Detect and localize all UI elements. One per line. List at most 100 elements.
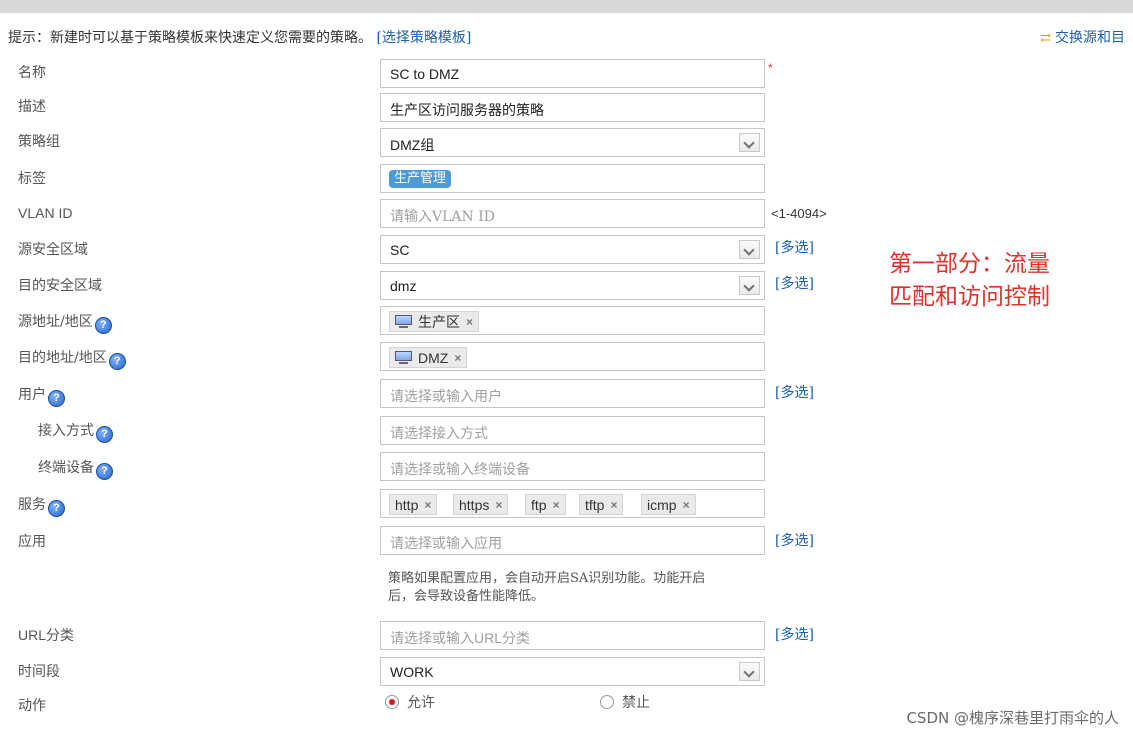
tags-input[interactable]: 生产管理	[380, 164, 765, 193]
dst-addr-label: 目的地址/地区?	[18, 347, 126, 370]
watermark: CSDN @槐序深巷里打雨伞的人	[906, 709, 1119, 727]
swap-label: 交换源和目	[1055, 30, 1125, 46]
radio-selected-icon[interactable]	[385, 695, 399, 709]
annotation-line2: 匹配和访问控制	[889, 284, 1050, 310]
user-label: 用户?	[18, 384, 65, 407]
application-placeholder: 请选择或输入应用	[390, 536, 502, 552]
help-icon[interactable]: ?	[96, 463, 113, 480]
swap-arrows-icon: ⇄	[1040, 31, 1051, 46]
service-chip-http: http ×	[389, 494, 438, 515]
name-value: SC to DMZ	[390, 66, 460, 82]
name-input[interactable]: SC to DMZ	[380, 59, 765, 88]
vlan-id-input[interactable]: 请输入VLAN ID	[380, 199, 765, 228]
user-label-text: 用户	[18, 387, 46, 403]
hint-text: 提示：新建时可以基于策略模板来快速定义您需要的策略。 [选择策略模板]	[8, 27, 471, 47]
service-label: 服务?	[18, 494, 65, 517]
url-category-multi-select-link[interactable]: [多选]	[775, 624, 814, 644]
service-chip-https: https ×	[453, 494, 509, 515]
user-input[interactable]: 请选择或输入用户	[380, 379, 765, 408]
remove-icon[interactable]: ×	[495, 498, 502, 512]
annotation-text: 第一部分：流量 匹配和访问控制	[889, 248, 1119, 314]
dst-zone-multi-select-link[interactable]: [多选]	[775, 273, 814, 293]
monitor-icon	[395, 315, 412, 328]
service-input[interactable]: http × https × ftp × tftp × icmp ×	[380, 489, 765, 518]
chevron-down-icon[interactable]	[739, 276, 760, 295]
action-deny-radio[interactable]: 禁止	[600, 692, 650, 712]
service-chip-label: http	[395, 496, 419, 513]
description-label: 描述	[18, 99, 46, 115]
hint-message: 提示：新建时可以基于策略模板来快速定义您需要的策略。	[8, 30, 372, 46]
terminal-device-placeholder: 请选择或输入终端设备	[390, 462, 530, 478]
url-category-placeholder: 请选择或输入URL分类	[390, 630, 531, 646]
remove-icon[interactable]: ×	[454, 351, 461, 365]
src-addr-label: 源地址/地区?	[18, 311, 112, 334]
src-addr-label-text: 源地址/地区	[18, 314, 93, 330]
remove-icon[interactable]: ×	[466, 315, 473, 329]
dst-addr-label-text: 目的地址/地区	[18, 350, 107, 366]
time-range-label: 时间段	[18, 664, 60, 680]
service-chip-tftp: tftp ×	[579, 494, 624, 515]
terminal-device-label: 终端设备?	[38, 457, 113, 480]
dst-addr-chip: DMZ ×	[389, 347, 468, 368]
help-icon[interactable]: ?	[48, 390, 65, 407]
application-label: 应用	[18, 534, 46, 550]
policy-group-label: 策略组	[18, 134, 60, 150]
annotation-line1: 第一部分：流量	[889, 251, 1050, 277]
service-chip-label: tftp	[585, 496, 605, 513]
remove-icon[interactable]: ×	[610, 498, 617, 512]
src-zone-select[interactable]: SC	[380, 235, 765, 264]
action-allow-radio[interactable]: 允许	[385, 692, 435, 712]
user-multi-select-link[interactable]: [多选]	[775, 382, 814, 402]
application-note-line2: 后，会导致设备性能降低。	[388, 589, 545, 604]
terminal-device-input[interactable]: 请选择或输入终端设备	[380, 452, 765, 481]
src-zone-label: 源安全区域	[18, 242, 88, 258]
service-chip-label: https	[459, 496, 490, 513]
help-icon[interactable]: ?	[108, 353, 126, 370]
service-chip-label: ftp	[531, 496, 547, 513]
help-icon[interactable]: ?	[48, 500, 65, 517]
access-method-label: 接入方式?	[38, 420, 113, 443]
src-addr-input[interactable]: 生产区 ×	[380, 306, 765, 335]
description-value: 生产区访问服务器的策略	[390, 103, 544, 119]
service-chip-icmp: icmp ×	[641, 494, 696, 515]
remove-icon[interactable]: ×	[553, 498, 560, 512]
url-category-input[interactable]: 请选择或输入URL分类	[380, 621, 765, 650]
description-input[interactable]: 生产区访问服务器的策略	[380, 93, 765, 122]
url-category-label: URL分类	[18, 627, 75, 643]
top-bar	[0, 0, 1133, 13]
src-addr-chip: 生产区 ×	[389, 311, 480, 332]
dst-zone-select[interactable]: dmz	[380, 271, 765, 300]
chevron-down-icon[interactable]	[739, 133, 760, 152]
select-policy-template-link[interactable]: [选择策略模板]	[376, 30, 471, 46]
time-range-value: WORK	[390, 664, 434, 680]
application-multi-select-link[interactable]: [多选]	[775, 530, 814, 550]
remove-icon[interactable]: ×	[683, 498, 690, 512]
src-zone-multi-select-link[interactable]: [多选]	[775, 237, 814, 257]
application-input[interactable]: 请选择或输入应用	[380, 526, 765, 555]
chevron-down-icon[interactable]	[739, 240, 760, 259]
vlan-placeholder: 请输入VLAN ID	[390, 209, 495, 225]
help-icon[interactable]: ?	[94, 317, 112, 334]
dst-addr-input[interactable]: DMZ ×	[380, 342, 765, 371]
dst-addr-chip-label: DMZ	[418, 349, 449, 366]
help-icon[interactable]: ?	[96, 426, 113, 443]
remove-icon[interactable]: ×	[424, 498, 431, 512]
access-method-placeholder: 请选择接入方式	[390, 426, 488, 442]
access-method-label-text: 接入方式	[38, 423, 94, 439]
service-label-text: 服务	[18, 497, 46, 513]
swap-src-dst-link[interactable]: ⇄ 交换源和目	[1040, 27, 1125, 47]
name-label: 名称	[18, 65, 46, 81]
chevron-down-icon[interactable]	[739, 662, 760, 681]
dst-zone-label: 目的安全区域	[18, 278, 102, 294]
tag-badge[interactable]: 生产管理	[389, 170, 452, 188]
src-zone-value: SC	[390, 242, 410, 258]
application-note-line1: 策略如果配置应用，会自动开启SA识别功能。功能开启	[388, 571, 706, 586]
time-range-select[interactable]: WORK	[380, 657, 765, 686]
user-placeholder: 请选择或输入用户	[390, 389, 502, 405]
policy-group-select[interactable]: DMZ组	[380, 128, 765, 157]
vlan-label: VLAN ID	[18, 205, 73, 221]
access-method-input[interactable]: 请选择接入方式	[380, 416, 765, 445]
radio-unselected-icon[interactable]	[600, 695, 614, 709]
dst-zone-value: dmz	[390, 278, 417, 294]
action-allow-label: 允许	[407, 695, 435, 711]
